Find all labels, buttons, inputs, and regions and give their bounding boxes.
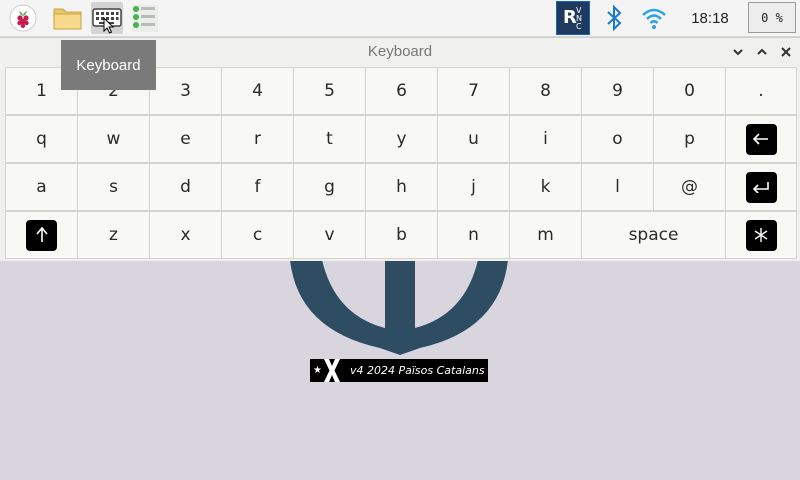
clock[interactable]: 18:18 — [683, 0, 737, 36]
key-c[interactable]: c — [222, 212, 293, 258]
key-j[interactable]: j — [438, 164, 509, 210]
enter-icon — [745, 171, 777, 203]
close-icon[interactable] — [776, 42, 796, 62]
key-b[interactable]: b — [366, 212, 437, 258]
key-q[interactable]: q — [6, 116, 77, 162]
taskbar: R V N C 18:18 0 % — [0, 0, 800, 37]
file-manager-icon[interactable] — [52, 2, 84, 34]
minimize-icon[interactable] — [728, 42, 748, 62]
key-f[interactable]: f — [222, 164, 293, 210]
bluetooth-icon[interactable] — [598, 2, 630, 34]
banner-text: v4 2024 Països Catalans — [350, 364, 485, 377]
key-k[interactable]: k — [510, 164, 581, 210]
key-s[interactable]: s — [78, 164, 149, 210]
shift-icon — [26, 219, 57, 251]
keyboard-tooltip: Keyboard — [61, 40, 156, 90]
key-shift[interactable] — [6, 212, 77, 258]
key-e[interactable]: e — [150, 116, 221, 162]
key-at[interactable]: @ — [654, 164, 725, 210]
key-m[interactable]: m — [510, 212, 581, 258]
key-i[interactable]: i — [510, 116, 581, 162]
key-v[interactable]: v — [294, 212, 365, 258]
key-y[interactable]: y — [366, 116, 437, 162]
x-logo-icon — [321, 359, 343, 382]
key-t[interactable]: t — [294, 116, 365, 162]
key-7[interactable]: 7 — [438, 68, 509, 114]
key-h[interactable]: h — [366, 164, 437, 210]
key-enter[interactable] — [726, 164, 796, 210]
keyboard-icon[interactable] — [91, 2, 123, 34]
cpu-monitor[interactable]: 0 % — [748, 2, 796, 33]
key-p[interactable]: p — [654, 116, 725, 162]
svg-text:R: R — [563, 7, 577, 28]
key-period[interactable]: . — [726, 68, 796, 114]
wallpaper-banner: ★ v4 2024 Països Catalans — [310, 359, 488, 382]
keyboard-keys: 1 2 3 4 5 6 7 8 9 0 . q w e r t y u i o … — [5, 67, 797, 259]
key-a[interactable]: a — [6, 164, 77, 210]
svg-text:C: C — [576, 22, 582, 31]
task-list-icon[interactable] — [129, 2, 161, 34]
key-o[interactable]: o — [582, 116, 653, 162]
key-4[interactable]: 4 — [222, 68, 293, 114]
key-0[interactable]: 0 — [654, 68, 725, 114]
key-w[interactable]: w — [78, 116, 149, 162]
key-g[interactable]: g — [294, 164, 365, 210]
star-icon: ★ — [313, 365, 322, 376]
key-l[interactable]: l — [582, 164, 653, 210]
key-symbols[interactable] — [726, 212, 796, 258]
key-5[interactable]: 5 — [294, 68, 365, 114]
key-8[interactable]: 8 — [510, 68, 581, 114]
key-9[interactable]: 9 — [582, 68, 653, 114]
key-x[interactable]: x — [150, 212, 221, 258]
key-n[interactable]: n — [438, 212, 509, 258]
backspace-icon — [745, 123, 777, 155]
key-r[interactable]: r — [222, 116, 293, 162]
key-z[interactable]: z — [78, 212, 149, 258]
anchor-logo — [290, 260, 508, 355]
key-d[interactable]: d — [150, 164, 221, 210]
vnc-icon[interactable]: R V N C — [556, 1, 590, 35]
key-space[interactable]: space — [582, 212, 725, 258]
key-backspace[interactable] — [726, 116, 796, 162]
key-6[interactable]: 6 — [366, 68, 437, 114]
symbols-icon — [745, 219, 777, 251]
raspberry-menu-icon[interactable] — [7, 2, 39, 34]
key-3[interactable]: 3 — [150, 68, 221, 114]
wifi-icon[interactable] — [638, 2, 670, 34]
maximize-icon[interactable] — [752, 42, 772, 62]
key-u[interactable]: u — [438, 116, 509, 162]
